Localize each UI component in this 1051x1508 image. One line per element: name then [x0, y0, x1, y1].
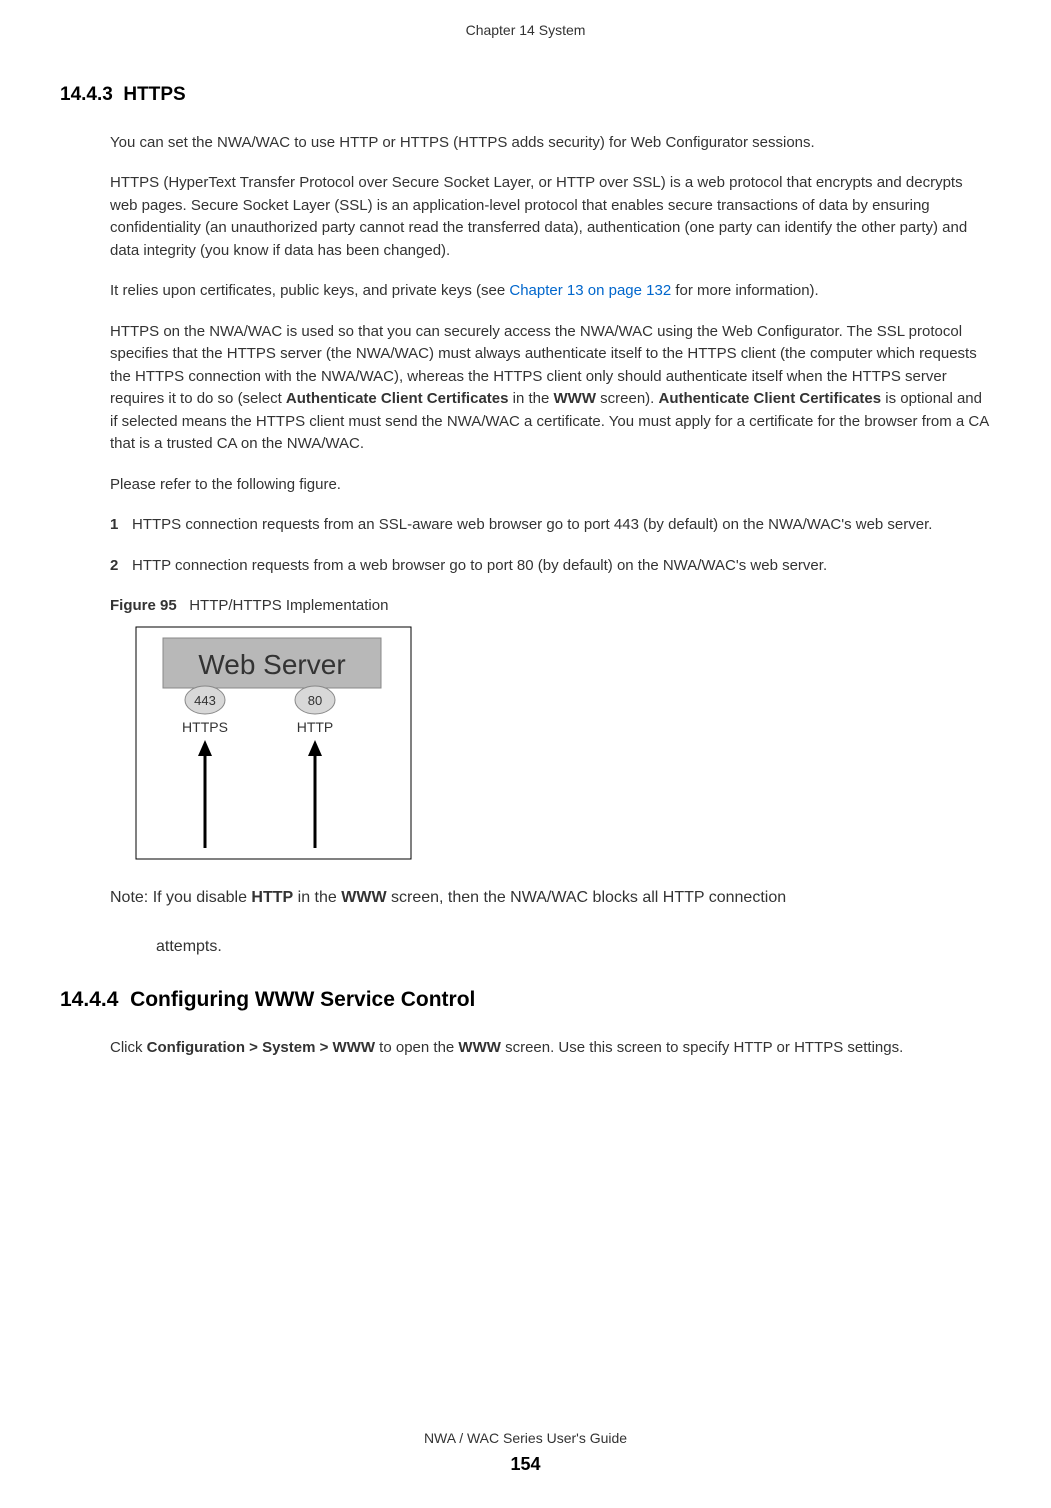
section2-title: Configuring WWW Service Control [130, 988, 475, 1011]
section-heading-www: 14.4.4 Configuring WWW Service Control [60, 984, 991, 1016]
para6-bold2: WWW [458, 1039, 500, 1056]
web-server-label: Web Server [198, 649, 345, 680]
list-text-2: HTTP connection requests from a web brow… [132, 555, 991, 578]
note-line2: attempts. [156, 935, 991, 959]
list-item-2: 2 HTTP connection requests from a web br… [110, 555, 991, 578]
list-num-2: 2 [110, 555, 132, 578]
para4-bold2: WWW [554, 390, 596, 407]
paragraph-2: HTTPS (HyperText Transfer Protocol over … [110, 172, 991, 262]
note-text: Note: If you disable HTTP in the WWW scr… [110, 886, 991, 910]
section-number: 14.4.3 [60, 84, 113, 105]
paragraph-4: HTTPS on the NWA/WAC is used so that you… [110, 321, 991, 456]
para3-pre: It relies upon certificates, public keys… [110, 282, 509, 299]
note-bold1: HTTP [251, 889, 293, 906]
port-443-label: 443 [194, 693, 216, 708]
footer-page-number: 154 [0, 1451, 1051, 1478]
para4-bold1: Authenticate Client Certificates [286, 390, 509, 407]
para6-mid1: to open the [375, 1039, 458, 1056]
para4-mid2: screen). [596, 390, 659, 407]
section-title: HTTPS [123, 84, 185, 105]
footer-guide-name: NWA / WAC Series User's Guide [0, 1428, 1051, 1449]
chapter-header: Chapter 14 System [60, 20, 991, 41]
section-heading-https: 14.4.3 HTTPS [60, 81, 991, 110]
para3-post: for more information). [671, 282, 819, 299]
figure-label: Figure 95 [110, 597, 177, 614]
para6-bold1: Configuration > System > WWW [147, 1039, 375, 1056]
figure-caption: Figure 95 HTTP/HTTPS Implementation [110, 595, 991, 618]
paragraph-6: Click Configuration > System > WWW to op… [110, 1037, 991, 1060]
list-item-1: 1 HTTPS connection requests from an SSL-… [110, 514, 991, 537]
para4-bold3: Authenticate Client Certificates [659, 390, 882, 407]
port-80-label: 80 [308, 693, 322, 708]
note-bold2: WWW [341, 889, 386, 906]
para6-pre: Click [110, 1039, 147, 1056]
page-footer: NWA / WAC Series User's Guide 154 [0, 1428, 1051, 1478]
figure-title: HTTP/HTTPS Implementation [189, 597, 388, 614]
figure-diagram: Web Server 443 80 HTTPS HTTP [135, 626, 991, 861]
note-post: screen, then the NWA/WAC blocks all HTTP… [387, 889, 787, 906]
note-mid1: in the [293, 889, 341, 906]
cross-ref-link[interactable]: Chapter 13 on page 132 [509, 282, 671, 299]
para4-mid1: in the [508, 390, 553, 407]
list-num-1: 1 [110, 514, 132, 537]
http-label: HTTP [297, 719, 334, 735]
section2-number: 14.4.4 [60, 988, 118, 1011]
paragraph-3: It relies upon certificates, public keys… [110, 280, 991, 303]
para6-post: screen. Use this screen to specify HTTP … [501, 1039, 903, 1056]
list-text-1: HTTPS connection requests from an SSL-aw… [132, 514, 991, 537]
paragraph-5: Please refer to the following figure. [110, 474, 991, 497]
https-label: HTTPS [182, 719, 228, 735]
note-pre: Note: If you disable [110, 889, 251, 906]
paragraph-1: You can set the NWA/WAC to use HTTP or H… [110, 132, 991, 155]
